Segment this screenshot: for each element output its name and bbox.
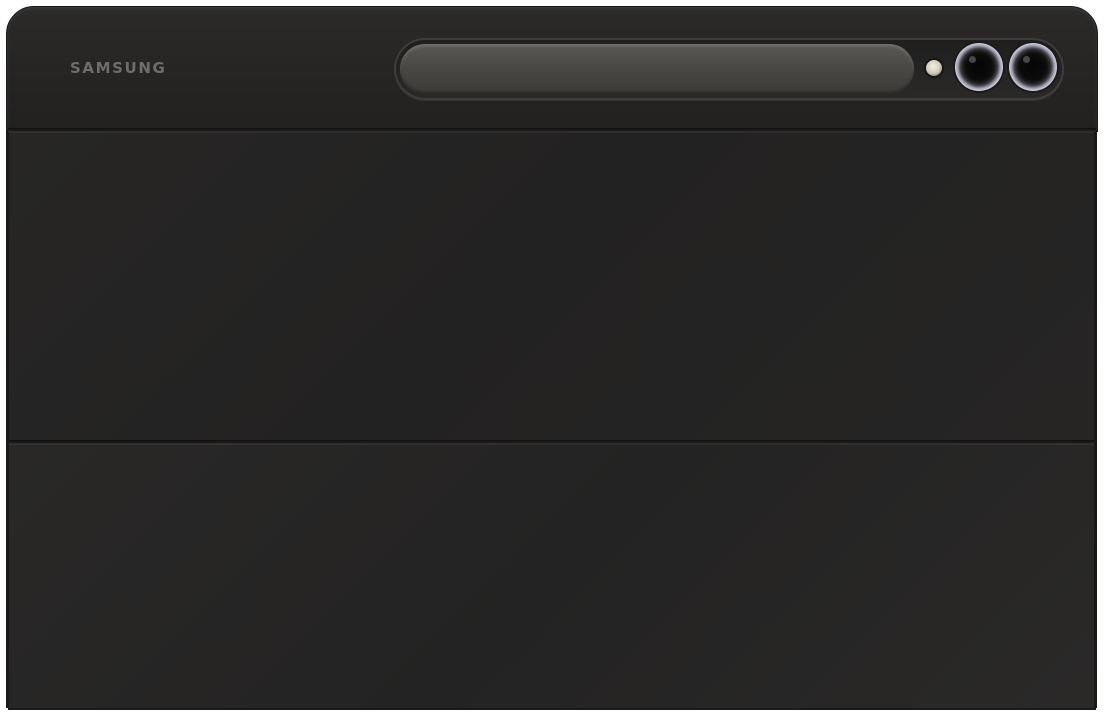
lens-glint [969, 56, 976, 63]
right-edge [1094, 132, 1097, 708]
flash-icon [926, 60, 942, 76]
tablet-keyboard-cover-back: SAMSUNG [0, 0, 1104, 714]
lens-glint [1023, 56, 1030, 63]
s-pen-slot [400, 44, 914, 94]
middle-panel [8, 132, 1096, 440]
camera-lens-icon [955, 43, 1003, 91]
brand-logo: SAMSUNG [70, 59, 167, 77]
camera-lens-icon [1009, 43, 1057, 91]
bottom-panel [8, 444, 1096, 710]
left-edge [6, 132, 9, 708]
